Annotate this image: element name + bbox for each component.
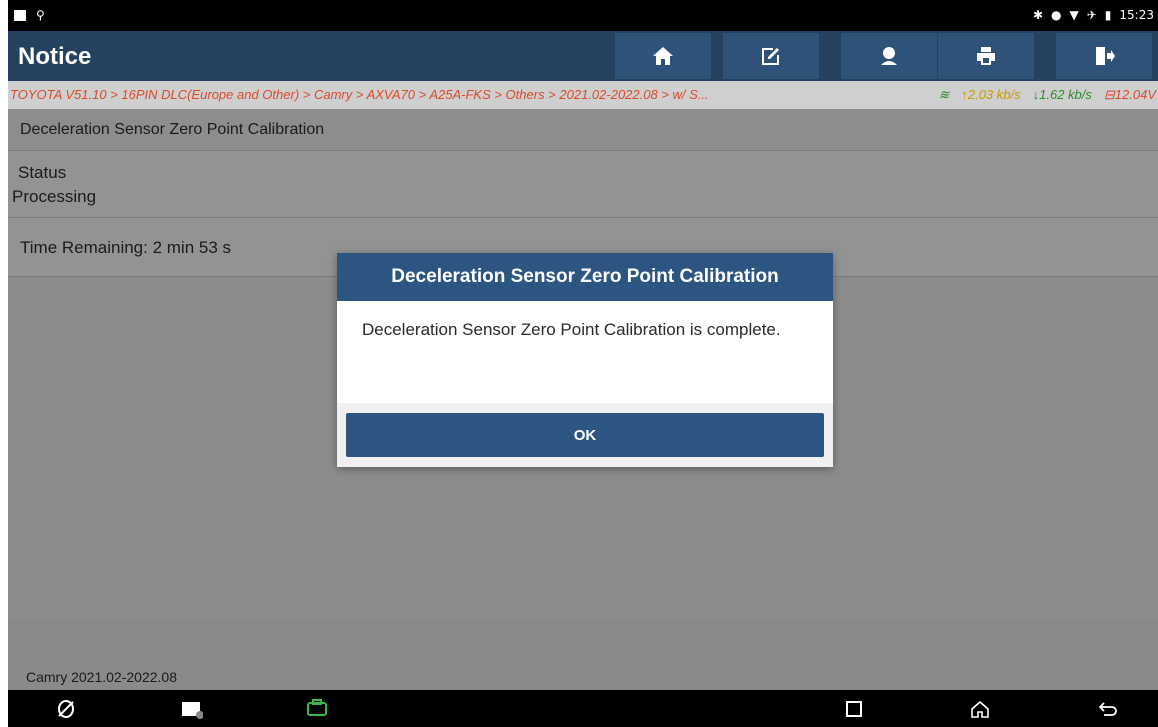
download-speed: ↓1.62 kb/s (1032, 87, 1092, 102)
dialog-title: Deceleration Sensor Zero Point Calibrati… (337, 253, 833, 301)
gallery-icon[interactable] (180, 698, 204, 720)
browser-icon[interactable] (54, 698, 78, 720)
vci-icon[interactable] (305, 698, 329, 720)
home-button[interactable] (615, 33, 711, 79)
status-row: Status Processing (8, 151, 1158, 218)
home-icon (653, 47, 673, 65)
navigation-bar (8, 690, 1158, 727)
dialog-message: Deceleration Sensor Zero Point Calibrati… (362, 320, 781, 339)
upload-speed: ↑2.03 kb/s (961, 87, 1021, 102)
support-button[interactable] (841, 33, 937, 79)
support-icon (881, 47, 897, 65)
status-bar: ⚲ ✱ ● ▼ ✈ ▮ 15:23 (8, 0, 1158, 31)
function-title: Deceleration Sensor Zero Point Calibrati… (20, 121, 325, 138)
dnd-icon: ● (1051, 8, 1062, 22)
exit-button[interactable] (1056, 33, 1152, 79)
edit-report-icon (762, 48, 779, 65)
completion-dialog: Deceleration Sensor Zero Point Calibrati… (337, 253, 833, 467)
header-bar: Notice (8, 31, 1158, 81)
clock: 15:23 (1119, 8, 1154, 22)
ok-button[interactable]: OK (346, 413, 824, 457)
usb-icon: ⚲ (36, 8, 45, 22)
footer: Camry 2021.02-2022.08 (8, 619, 1158, 690)
print-icon (977, 47, 995, 65)
airplane-icon: ✈ (1086, 8, 1097, 22)
battery-voltage: ⊟12.04V (1103, 87, 1156, 102)
wifi-signal-icon: ≋ (938, 87, 950, 102)
function-title-row: Deceleration Sensor Zero Point Calibrati… (8, 109, 1158, 151)
battery-icon: ▮ (1104, 8, 1112, 22)
connection-stats: ≋ ↑2.03 kb/s ↓1.62 kb/s ⊟12.04V (938, 87, 1156, 103)
wifi-icon: ▼ (1069, 8, 1079, 22)
vehicle-info: Camry 2021.02-2022.08 (26, 669, 177, 685)
home-nav-icon[interactable] (968, 698, 992, 720)
time-remaining: Time Remaining: 2 min 53 s (20, 238, 232, 257)
status-value: Processing (12, 187, 97, 206)
page-title: Notice (18, 43, 92, 70)
print-button[interactable] (938, 33, 1034, 79)
back-icon[interactable] (1096, 698, 1120, 720)
breadcrumb-path: TOYOTA V51.10 > 16PIN DLC(Europe and Oth… (10, 87, 709, 102)
exit-icon (1096, 47, 1115, 65)
status-label: Status (18, 163, 67, 182)
recents-icon[interactable] (842, 698, 866, 720)
edit-report-button[interactable] (723, 33, 819, 79)
gallery-notification-icon (14, 9, 26, 21)
bluetooth-icon: ✱ (1032, 8, 1044, 22)
dialog-button-bar: OK (337, 403, 833, 467)
breadcrumb: TOYOTA V51.10 > 16PIN DLC(Europe and Oth… (8, 81, 1158, 109)
